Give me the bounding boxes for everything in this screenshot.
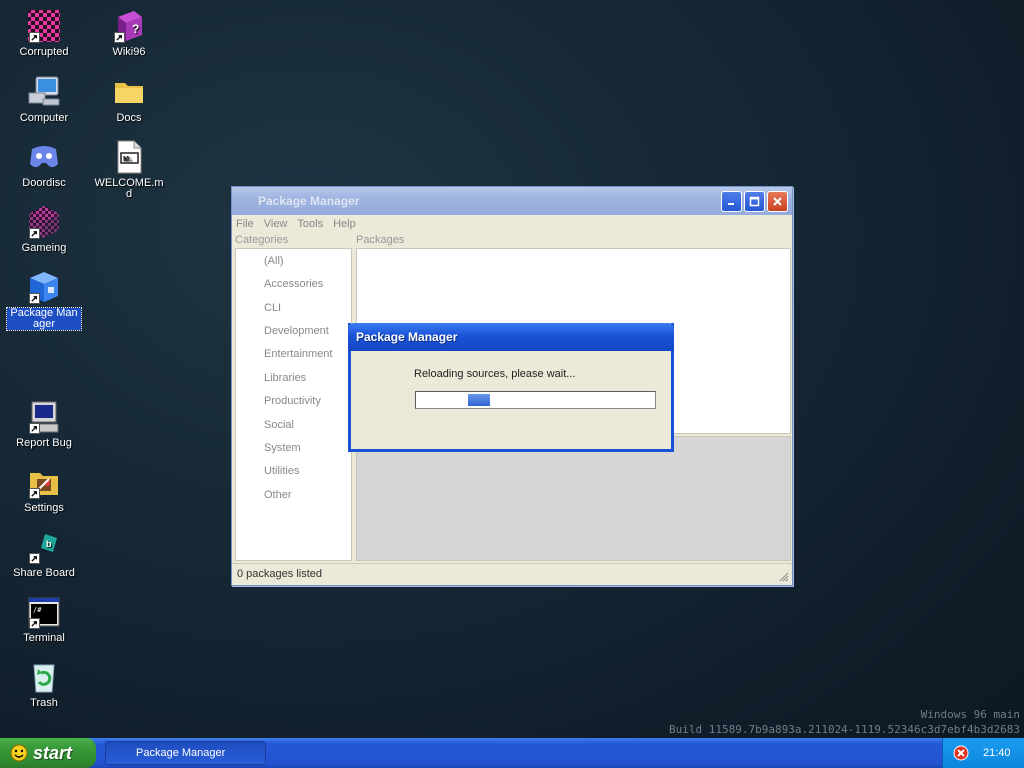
shortcut-arrow-icon <box>114 32 125 43</box>
window-titlebar[interactable]: Package Manager <box>232 187 792 215</box>
taskbar-item-package-manager[interactable]: Package Manager <box>105 741 266 765</box>
desktop-icon-package-manager[interactable]: Package Manager <box>6 270 82 331</box>
start-label: start <box>33 742 73 763</box>
progress-marquee <box>468 394 490 406</box>
system-tray: 21:40 <box>942 738 1024 768</box>
desktop-icon-label: Trash <box>30 697 58 709</box>
folder-icon <box>112 75 146 109</box>
desktop-icon-wiki96[interactable]: ? Wiki96 <box>92 9 166 58</box>
shortcut-arrow-icon <box>29 293 40 304</box>
version-watermark-line2: Build 11589.7b9a893a.211024-1119.52346c3… <box>669 723 1020 736</box>
categories-header: Categories <box>235 234 289 246</box>
category-item-productivity[interactable]: Productivity <box>264 395 321 407</box>
version-watermark-line1: Windows 96 main <box>920 708 1020 721</box>
desktop-icon-trash[interactable]: Trash <box>7 660 81 709</box>
category-item-cli[interactable]: CLI <box>264 302 281 314</box>
package-box-icon <box>27 270 61 304</box>
minimize-button[interactable] <box>721 190 742 212</box>
status-text: 0 packages listed <box>237 568 322 580</box>
desktop-icon-label: Corrupted <box>19 46 69 58</box>
help-book-icon: ? <box>112 9 146 43</box>
error-icon[interactable] <box>953 745 969 761</box>
desktop-icon-settings[interactable]: Settings <box>7 465 81 514</box>
checkerboard-icon <box>27 9 61 43</box>
category-item-system[interactable]: System <box>264 442 301 454</box>
menu-help[interactable]: Help <box>333 218 356 230</box>
desktop-icon-label: WELCOME.md <box>94 177 164 200</box>
taskbar: start Package Manager 21:40 <box>0 738 1024 768</box>
category-item-development[interactable]: Development <box>264 325 329 337</box>
desktop-icon-gameing[interactable]: Gameing <box>7 205 81 254</box>
package-details-pane <box>356 436 791 561</box>
category-item-utilities[interactable]: Utilities <box>264 465 299 477</box>
shortcut-arrow-icon <box>29 228 40 239</box>
chat-controller-icon <box>27 140 61 174</box>
shortcut-arrow-icon <box>29 618 40 629</box>
shortcut-arrow-icon <box>29 423 40 434</box>
svg-text:b: b <box>46 539 52 549</box>
cube-icon <box>27 205 61 239</box>
category-item-entertainment[interactable]: Entertainment <box>264 348 332 360</box>
smiley-icon <box>10 744 28 762</box>
menu-view[interactable]: View <box>264 218 288 230</box>
maximize-icon <box>749 196 760 206</box>
desktop-icon-label: Terminal <box>23 632 65 644</box>
desktop-icon-label: Settings <box>24 502 64 514</box>
dialog-titlebar[interactable]: Package Manager <box>348 323 674 351</box>
desktop-icon-share-board[interactable]: b Share Board <box>7 530 81 579</box>
maximize-button[interactable] <box>744 190 765 212</box>
desktop-icon-corrupted[interactable]: Corrupted <box>7 9 81 58</box>
control-panel-icon <box>27 465 61 499</box>
desktop-icon-welcome-md[interactable]: M↓ WELCOME.md <box>92 140 166 200</box>
recycle-bin-icon <box>27 660 61 694</box>
status-bar: 0 packages listed <box>232 563 792 585</box>
shortcut-arrow-icon <box>29 553 40 564</box>
desktop-icon-doordisc[interactable]: Doordisc <box>7 140 81 189</box>
desktop-icon-label: Share Board <box>13 567 75 579</box>
desktop-icon-label: Report Bug <box>16 437 72 449</box>
dialog-title: Package Manager <box>356 330 458 344</box>
menu-bar: File View Tools Help <box>232 215 792 233</box>
bug-computer-icon <box>27 400 61 434</box>
taskbar-item-label: Package Manager <box>136 747 226 759</box>
categories-list: (All) Accessories CLI Development Entert… <box>235 248 352 561</box>
loading-dialog: Package Manager Reloading sources, pleas… <box>348 323 674 452</box>
share-board-icon: b <box>27 530 61 564</box>
menu-tools[interactable]: Tools <box>297 218 323 230</box>
menu-file[interactable]: File <box>236 218 254 230</box>
packages-header: Packages <box>356 234 405 246</box>
shortcut-arrow-icon <box>29 488 40 499</box>
category-item-all[interactable]: (All) <box>264 255 284 267</box>
category-item-accessories[interactable]: Accessories <box>264 278 323 290</box>
desktop-icon-label: Gameing <box>21 242 67 254</box>
minimize-icon <box>728 202 734 205</box>
close-icon <box>773 196 782 206</box>
clock[interactable]: 21:40 <box>983 747 1011 759</box>
desktop-icon-terminal[interactable]: /# Terminal <box>7 595 81 644</box>
desktop-icon-report-bug[interactable]: Report Bug <box>7 400 81 449</box>
desktop-icon-docs[interactable]: Docs <box>92 75 166 124</box>
desktop-icon-label: Doordisc <box>22 177 66 189</box>
start-button[interactable]: start <box>0 738 96 768</box>
resize-grip-icon[interactable] <box>778 571 789 582</box>
category-item-social[interactable]: Social <box>264 419 294 431</box>
desktop-icon-computer[interactable]: Computer <box>7 75 81 124</box>
close-button[interactable] <box>767 190 788 212</box>
progress-bar <box>415 391 656 409</box>
window-title: Package Manager <box>258 194 360 208</box>
svg-text:M↓: M↓ <box>123 156 132 163</box>
svg-text:/#: /# <box>33 606 42 614</box>
category-item-other[interactable]: Other <box>264 489 292 501</box>
svg-text:?: ? <box>132 22 139 36</box>
category-item-libraries[interactable]: Libraries <box>264 372 306 384</box>
shortcut-arrow-icon <box>29 32 40 43</box>
markdown-file-icon: M↓ <box>112 140 146 174</box>
computer-icon <box>27 75 61 109</box>
dialog-message: Reloading sources, please wait... <box>414 368 576 380</box>
desktop-icon-label: Computer <box>19 112 69 124</box>
desktop-icon-label: Docs <box>116 112 142 124</box>
desktop-icon-label: Package Manager <box>6 307 82 331</box>
desktop-icon-label: Wiki96 <box>112 46 146 58</box>
terminal-icon: /# <box>27 595 61 629</box>
